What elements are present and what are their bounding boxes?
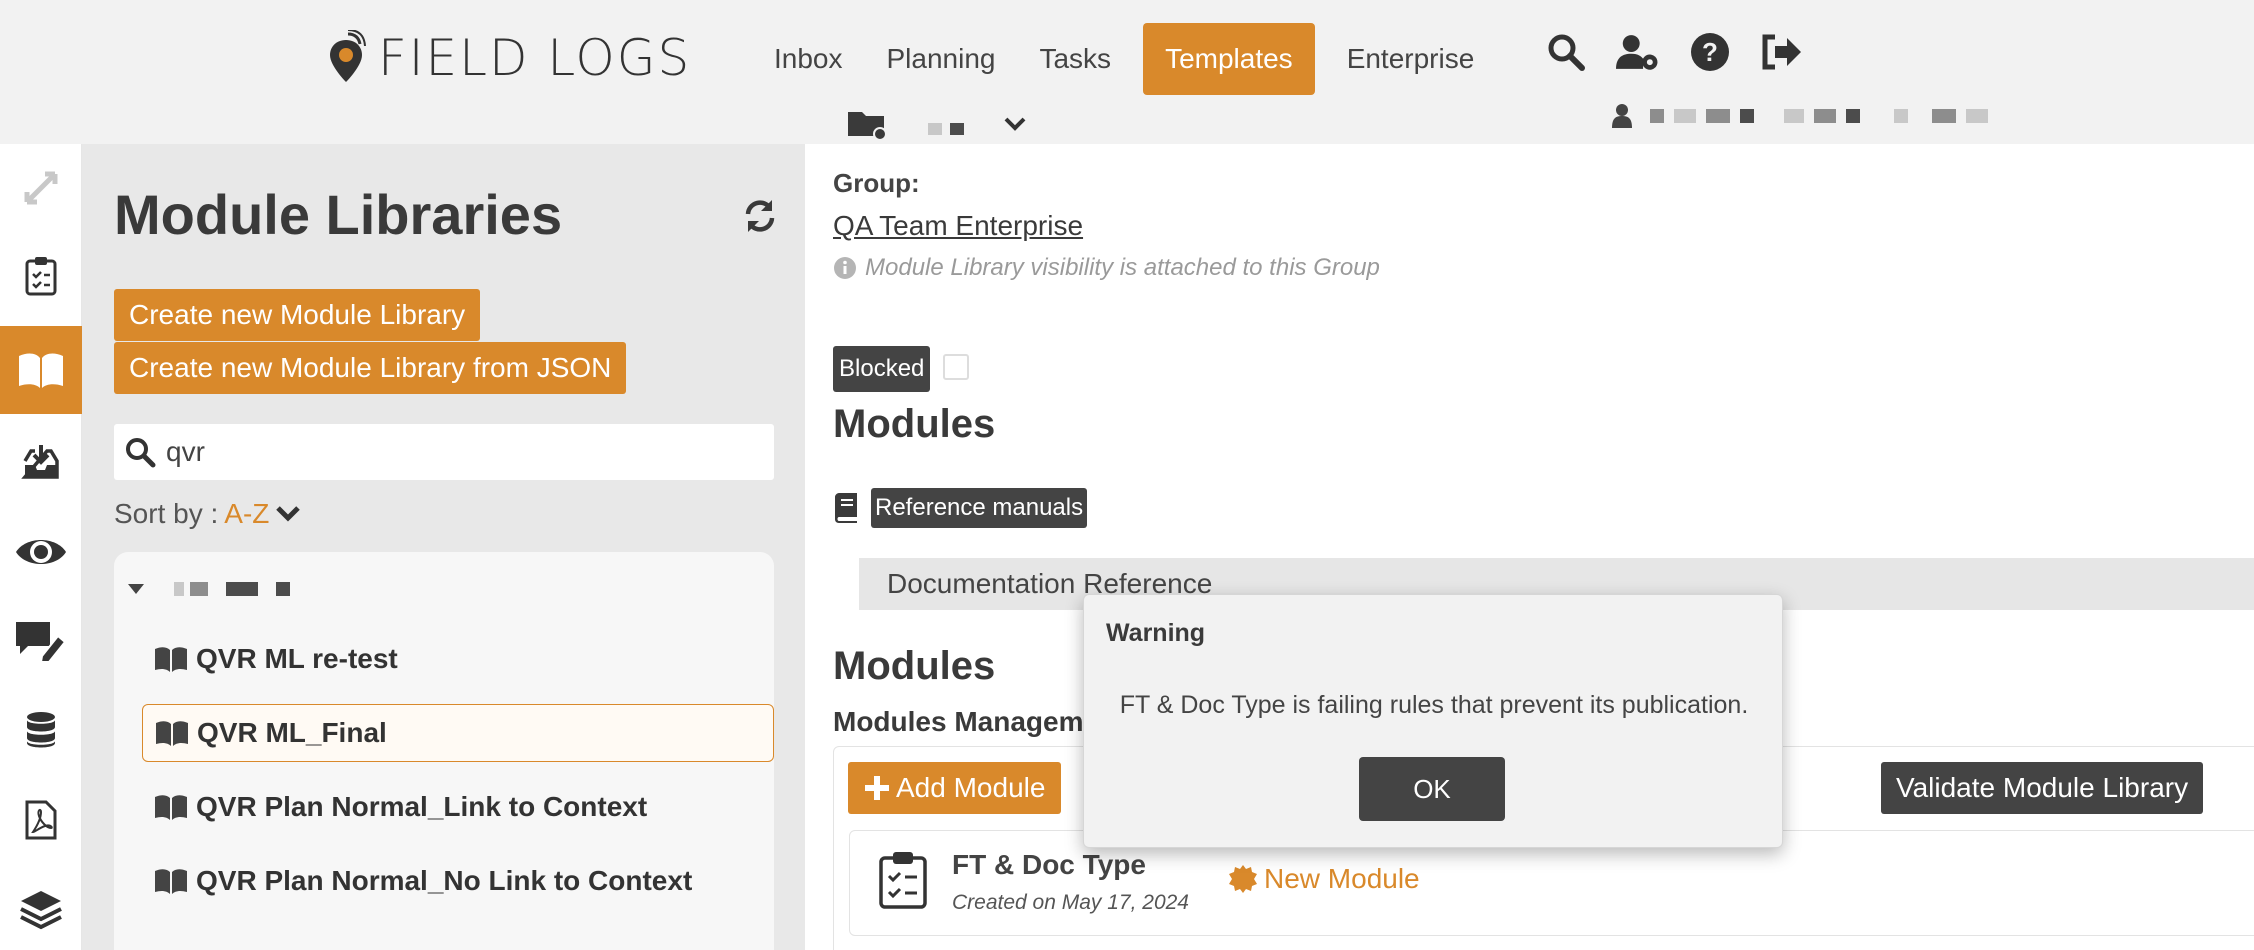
enterprise-selector[interactable] <box>848 104 1026 144</box>
warning-dialog: Warning FT & Doc Type is failing rules t… <box>1083 594 1783 848</box>
library-item-label: QVR ML re-test <box>196 643 398 674</box>
expand-icon[interactable] <box>0 144 82 232</box>
refresh-icon[interactable] <box>742 198 778 234</box>
app-logo[interactable]: FIELD LOGS <box>326 28 691 88</box>
chevron-down-icon <box>1004 117 1026 131</box>
blocked-checkbox[interactable] <box>943 354 969 380</box>
book-icon <box>155 795 187 820</box>
ok-button[interactable]: OK <box>1359 757 1505 821</box>
library-group-header[interactable] <box>126 582 290 596</box>
search-icon[interactable] <box>1544 30 1588 74</box>
top-icons: ? <box>1544 30 1804 74</box>
module-created-date: Created on May 17, 2024 <box>952 891 1189 914</box>
clipboard-checklist-icon <box>879 852 927 909</box>
module-libraries-panel: Module Libraries Create new Module Libra… <box>82 144 805 950</box>
layers-icon[interactable] <box>0 866 82 950</box>
inbox-download-icon[interactable] <box>0 418 82 506</box>
module-status: New Module <box>1228 863 1420 895</box>
group-label: Group: <box>833 168 920 198</box>
modules-management-label: Modules Managem <box>833 706 1084 737</box>
nav-templates[interactable]: Templates <box>1143 23 1315 95</box>
top-bar: FIELD LOGS Inbox Planning Tasks Template… <box>0 0 2254 144</box>
info-icon <box>834 257 856 279</box>
panel-title: Module Libraries <box>114 183 563 246</box>
reference-manuals-row: Reference manuals <box>833 488 1088 528</box>
modules-heading: Modules <box>833 402 996 446</box>
blocked-label: Blocked <box>833 346 931 392</box>
plus-icon <box>865 776 889 800</box>
library-item[interactable]: QVR ML re-test <box>142 630 774 688</box>
database-icon[interactable] <box>0 686 82 774</box>
add-module-label: Add Module <box>896 772 1046 803</box>
eye-icon[interactable] <box>0 508 82 596</box>
book-icon <box>155 647 187 672</box>
book-icon[interactable] <box>0 326 82 414</box>
brand-name: FIELD LOGS <box>378 29 692 87</box>
caret-down-icon <box>128 584 144 594</box>
search-input[interactable] <box>166 430 746 474</box>
manual-book-icon <box>835 493 857 523</box>
redacted-enterprise-name <box>928 113 964 135</box>
chevron-down-icon <box>276 506 301 522</box>
library-list: QVR ML re-test QVR ML_Final QVR Plan Nor… <box>114 552 774 950</box>
create-module-library-json-button[interactable]: Create new Module Library from JSON <box>114 342 627 394</box>
library-item-label: QVR Plan Normal_Link to Context <box>196 791 648 822</box>
dialog-title: Warning <box>1106 619 1206 647</box>
library-item-label: QVR ML_Final <box>197 717 387 748</box>
new-badge-icon <box>1229 865 1257 893</box>
search-icon <box>126 438 156 468</box>
nav-enterprise[interactable]: Enterprise <box>1325 23 1497 95</box>
nav-planning[interactable]: Planning <box>865 23 1018 95</box>
main-nav: Inbox Planning Tasks Templates Enterpris… <box>752 23 1496 95</box>
reference-manuals-tag[interactable]: Reference manuals <box>871 488 1088 528</box>
library-item-selected[interactable]: QVR ML_Final <box>142 704 774 762</box>
group-link[interactable]: QA Team Enterprise <box>833 210 1083 242</box>
sort-value: A-Z <box>224 498 270 529</box>
book-icon <box>156 721 188 746</box>
group-note: Module Library visibility is attached to… <box>833 254 1380 282</box>
pdf-icon[interactable] <box>0 776 82 864</box>
sort-label: Sort by : <box>114 498 219 529</box>
library-item-label: QVR Plan Normal_No Link to Context <box>196 865 693 896</box>
left-rail <box>0 144 82 950</box>
chat-edit-icon[interactable] <box>0 596 82 684</box>
clipboard-icon[interactable] <box>0 232 82 320</box>
redacted-group-name <box>174 582 290 596</box>
modules-heading-2: Modules <box>833 644 996 688</box>
create-module-library-button[interactable]: Create new Module Library <box>114 289 481 341</box>
add-module-button[interactable]: Add Module <box>848 762 1062 814</box>
sort-control[interactable]: Sort by : A-Z <box>114 498 301 530</box>
group-note-text: Module Library visibility is attached to… <box>865 254 1380 281</box>
dialog-message: FT & Doc Type is failing rules that prev… <box>1119 691 1749 719</box>
svg-text:?: ? <box>1702 37 1718 67</box>
user-icon <box>1612 104 1632 128</box>
user-settings-icon[interactable] <box>1616 30 1660 74</box>
library-search <box>114 424 774 480</box>
location-pin-icon <box>330 30 366 82</box>
book-icon <box>155 869 187 894</box>
validate-module-library-button[interactable]: Validate Module Library <box>1881 762 2204 814</box>
redacted-user-info <box>1612 104 1988 128</box>
nav-inbox[interactable]: Inbox <box>752 23 865 95</box>
module-title: FT & Doc Type <box>952 849 1146 880</box>
logout-icon[interactable] <box>1760 30 1804 74</box>
help-icon[interactable]: ? <box>1688 30 1732 74</box>
nav-tasks[interactable]: Tasks <box>1017 23 1133 95</box>
folder-settings-icon <box>848 112 887 140</box>
library-item[interactable]: QVR Plan Normal_No Link to Context <box>142 852 774 910</box>
library-item[interactable]: QVR Plan Normal_Link to Context <box>142 778 774 836</box>
module-status-label: New Module <box>1264 863 1420 894</box>
